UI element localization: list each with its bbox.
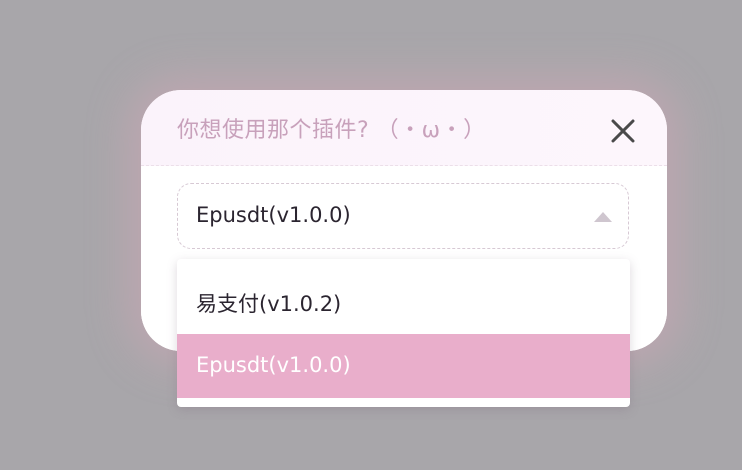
- select-current-value: Epusdt(v1.0.0): [196, 203, 351, 227]
- close-button[interactable]: [609, 117, 637, 145]
- dialog-title: 你想使用那个插件? （・ω・）: [177, 118, 486, 143]
- plugin-select[interactable]: Epusdt(v1.0.0): [177, 183, 629, 249]
- caret-up-icon: [594, 212, 612, 222]
- close-icon: [611, 119, 635, 143]
- dropdown-option-epusdt[interactable]: Epusdt(v1.0.0): [177, 334, 630, 398]
- dropdown-option-yizhifu[interactable]: 易支付(v1.0.2): [177, 269, 630, 333]
- option-label: 易支付(v1.0.2): [196, 292, 342, 316]
- select-dropdown: 易支付(v1.0.2) Epusdt(v1.0.0): [177, 259, 630, 407]
- dialog-header: 你想使用那个插件? （・ω・）: [141, 90, 667, 166]
- option-label: Epusdt(v1.0.0): [196, 353, 351, 377]
